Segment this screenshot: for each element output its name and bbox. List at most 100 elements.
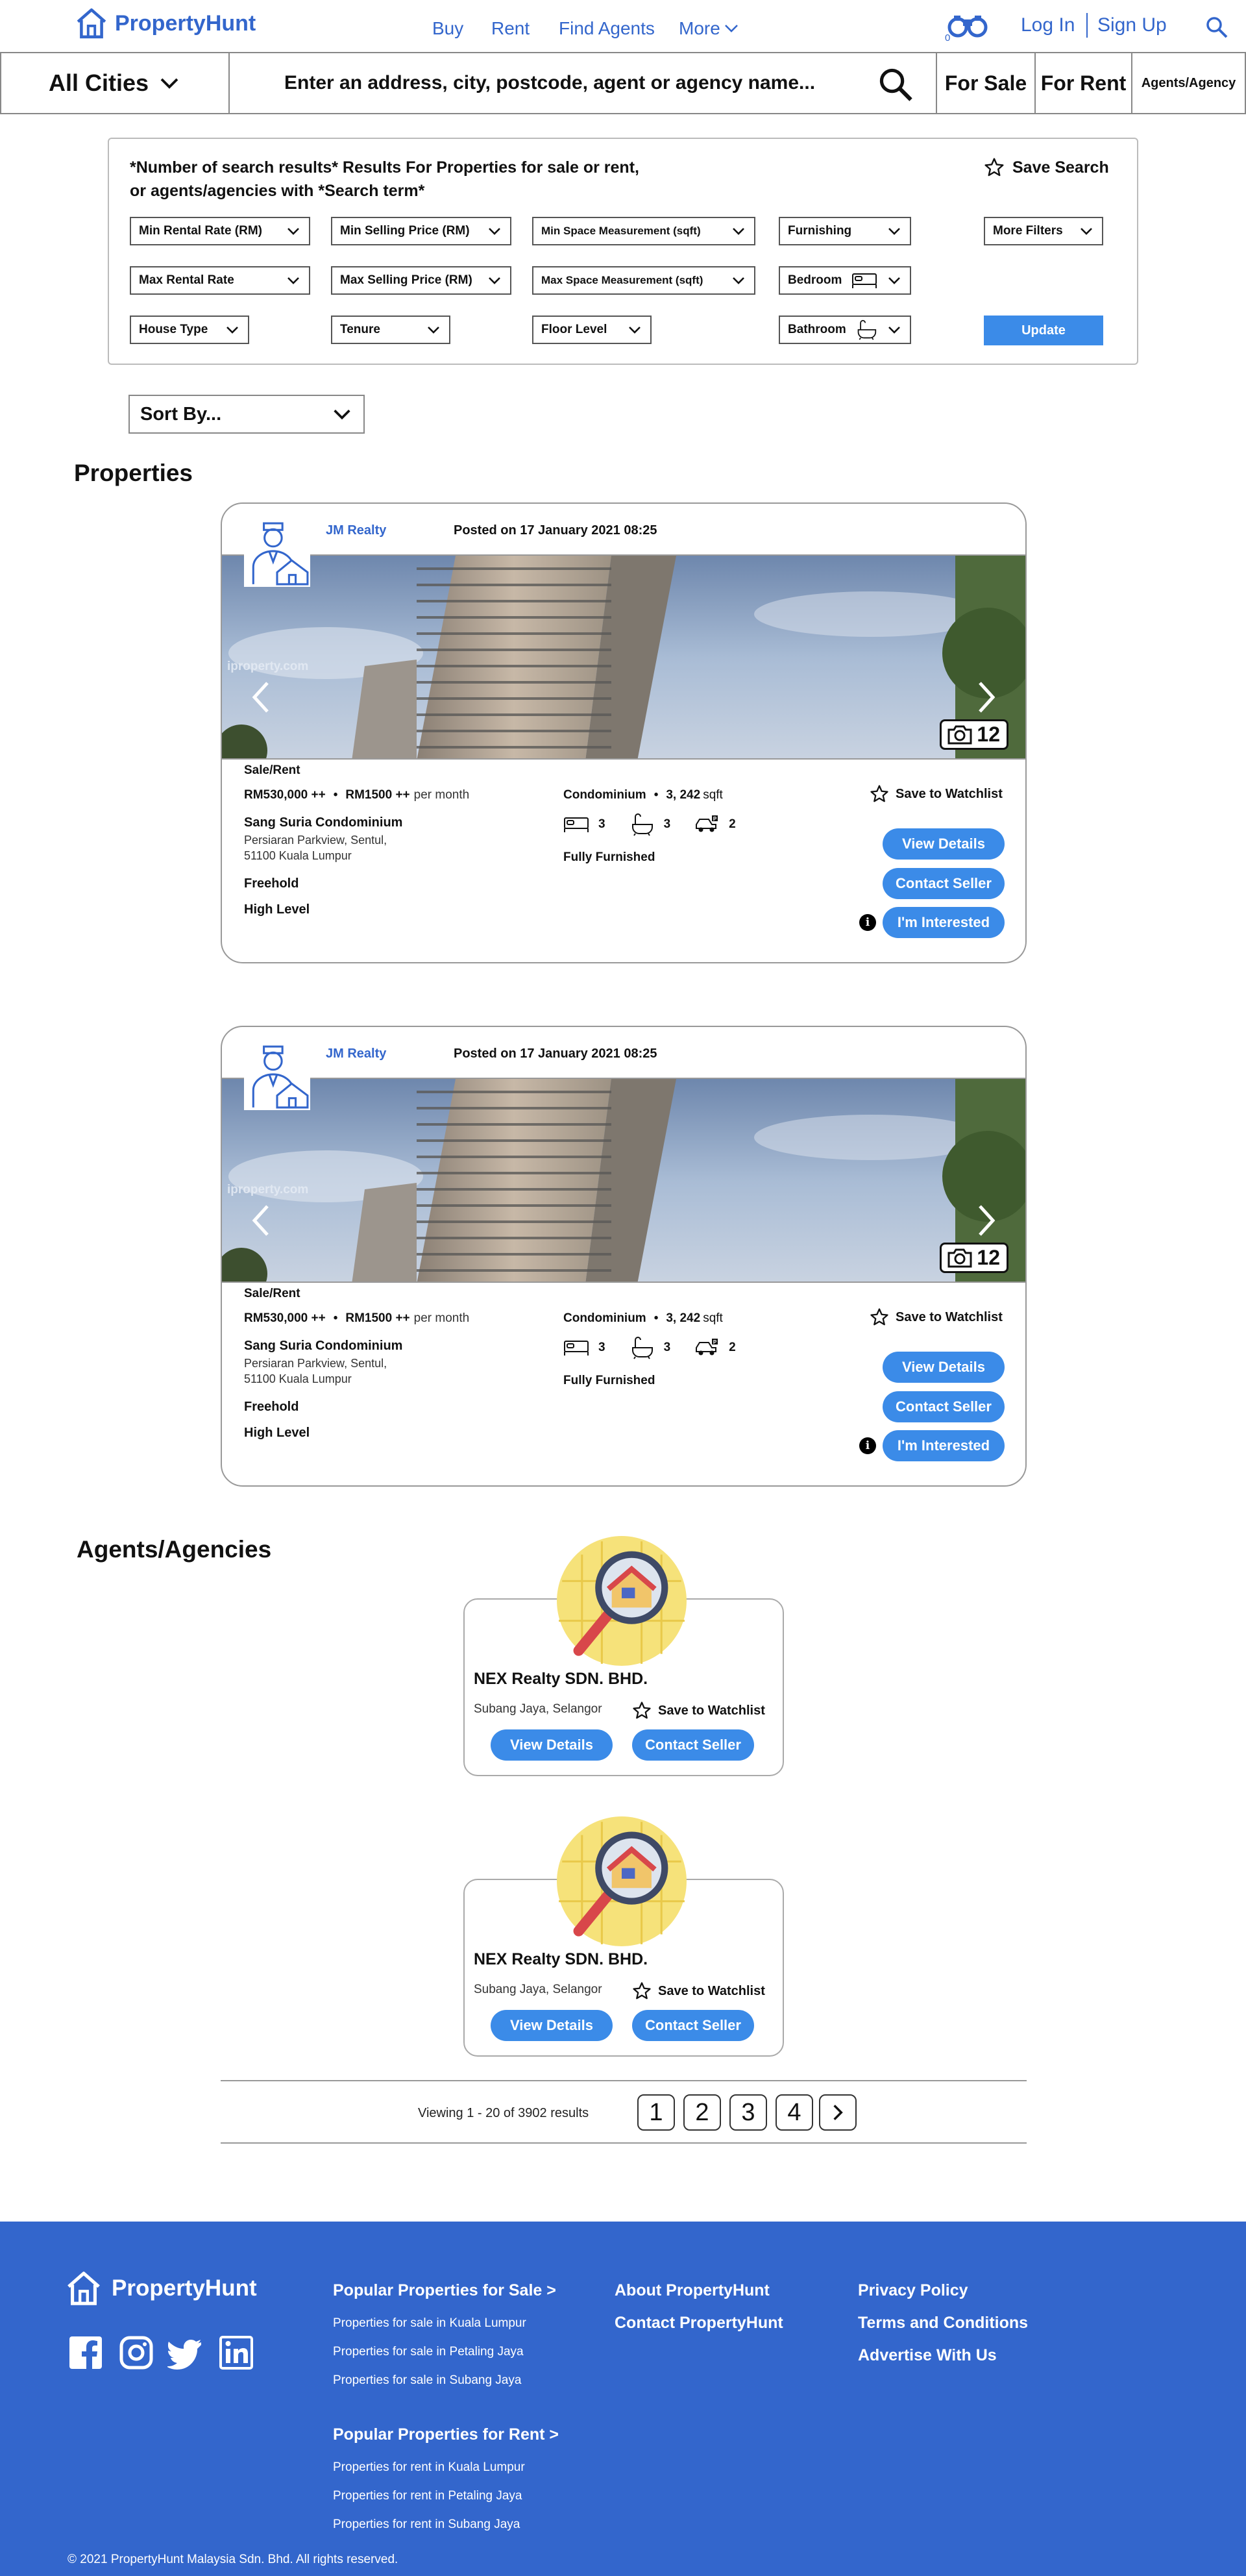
search-input[interactable]: Enter an address, city, postcode, agent …	[230, 53, 937, 113]
footer-rent-link[interactable]: Properties for rent in Subang Jaya	[333, 2518, 520, 2532]
nav-more[interactable]: More	[679, 18, 740, 39]
footer-terms-link[interactable]: Terms and Conditions	[858, 2314, 1028, 2333]
property-name: Sang Suria Condominium	[244, 1339, 403, 1353]
page-3-button[interactable]: 3	[729, 2094, 767, 2131]
nav-find-agents[interactable]: Find Agents	[559, 18, 655, 39]
save-to-watchlist-button[interactable]: Save to Watchlist	[870, 784, 1003, 804]
contact-seller-button[interactable]: Contact Seller	[883, 868, 1005, 899]
min-selling-select[interactable]: Min Selling Price (RM)	[331, 217, 511, 245]
photo-watermark: iproperty.com	[227, 660, 309, 673]
compare-button[interactable]: 0	[945, 13, 997, 44]
interested-button[interactable]: I'm Interested	[883, 907, 1005, 938]
footer-rent-link[interactable]: Properties for rent in Petaling Jaya	[333, 2489, 522, 2503]
facebook-icon[interactable]	[67, 2334, 104, 2371]
tab-agents-agency[interactable]: Agents/Agency	[1132, 53, 1245, 113]
login-link[interactable]: Log In	[1021, 14, 1075, 36]
property-photo[interactable]: iproperty.com 12	[222, 1078, 1025, 1283]
update-button[interactable]: Update	[984, 316, 1103, 345]
footer-contact-link[interactable]: Contact PropertyHunt	[615, 2314, 783, 2333]
results-title-line1: *Number of search results* Results For P…	[130, 158, 639, 177]
agent-name-link[interactable]: JM Realty	[326, 1046, 386, 1061]
type-size-row: Condominium • 3, 242 sqft	[563, 1311, 723, 1326]
floor-level-select[interactable]: Floor Level	[532, 316, 652, 344]
nav-rent[interactable]: Rent	[491, 18, 530, 39]
save-to-watchlist-button[interactable]: Save to Watchlist	[632, 1701, 765, 1720]
nav-buy[interactable]: Buy	[432, 18, 463, 39]
chevron-down-icon	[331, 403, 353, 425]
view-details-button[interactable]: View Details	[491, 2010, 613, 2041]
property-photo[interactable]: iproperty.com 12	[222, 554, 1025, 760]
listing-type: Sale/Rent	[244, 1287, 300, 1300]
chevron-left-icon[interactable]	[248, 1201, 274, 1240]
instagram-icon[interactable]	[118, 2334, 154, 2371]
contact-seller-button[interactable]: Contact Seller	[632, 2010, 754, 2041]
sale-price: RM530,000 ++	[244, 1311, 326, 1325]
header-logo[interactable]: PropertyHunt	[75, 6, 256, 40]
property-category: Condominium	[563, 788, 646, 802]
next-page-button[interactable]	[819, 2094, 857, 2131]
page-2-button[interactable]: 2	[683, 2094, 721, 2131]
max-space-select[interactable]: Max Space Measurement (sqft)	[532, 266, 755, 295]
tab-for-sale[interactable]: For Sale	[937, 53, 1036, 113]
footer-advertise-link[interactable]: Advertise With Us	[858, 2346, 997, 2365]
twitter-icon[interactable]	[167, 2334, 204, 2371]
building-image	[222, 556, 1025, 760]
save-to-watchlist-button[interactable]: Save to Watchlist	[870, 1307, 1003, 1327]
house-type-select[interactable]: House Type	[130, 316, 249, 344]
footer-sale-link[interactable]: Properties for sale in Subang Jaya	[333, 2373, 521, 2388]
sale-price: RM530,000 ++	[244, 788, 326, 802]
bullet: •	[333, 788, 338, 802]
min-rental-select[interactable]: Min Rental Rate (RM)	[130, 217, 310, 245]
bed-icon	[563, 815, 589, 834]
chevron-down-icon	[886, 273, 902, 288]
bullet: •	[654, 788, 659, 802]
page-1-button[interactable]: 1	[637, 2094, 675, 2131]
sort-select[interactable]: Sort By...	[128, 395, 365, 434]
chevron-right-icon[interactable]	[973, 678, 999, 717]
info-icon[interactable]: i	[859, 914, 876, 931]
photo-count-badge[interactable]: 12	[940, 719, 1008, 750]
bathroom-select[interactable]: Bathroom	[779, 316, 911, 344]
footer-rent-link[interactable]: Properties for rent in Kuala Lumpur	[333, 2460, 525, 2475]
search-icon[interactable]	[877, 66, 915, 104]
chevron-right-icon[interactable]	[973, 1201, 999, 1240]
footer-privacy-link[interactable]: Privacy Policy	[858, 2281, 968, 2300]
interested-button[interactable]: I'm Interested	[883, 1430, 1005, 1461]
save-search-button[interactable]: Save Search	[984, 157, 1109, 178]
footer-sale-link[interactable]: Properties for sale in Petaling Jaya	[333, 2345, 524, 2359]
photo-count-badge[interactable]: 12	[940, 1243, 1008, 1273]
tab-for-rent[interactable]: For Rent	[1036, 53, 1132, 113]
city-select[interactable]: All Cities	[1, 53, 230, 113]
bedroom-select[interactable]: Bedroom	[779, 266, 911, 295]
view-details-button[interactable]: View Details	[883, 1352, 1005, 1383]
agent-name-link[interactable]: JM Realty	[326, 523, 386, 538]
furnishing-status: Fully Furnished	[563, 850, 655, 864]
footer-about-link[interactable]: About PropertyHunt	[615, 2281, 770, 2300]
search-icon[interactable]	[1205, 16, 1228, 39]
chevron-left-icon[interactable]	[248, 678, 274, 717]
furnishing-select[interactable]: Furnishing	[779, 217, 911, 245]
signup-link[interactable]: Sign Up	[1097, 14, 1167, 36]
per-month: per month	[413, 788, 470, 802]
linkedin-icon[interactable]	[218, 2334, 254, 2371]
property-card[interactable]: JM Realty Posted on 17 January 2021 08:2…	[221, 502, 1027, 963]
max-rental-select[interactable]: Max Rental Rate	[130, 266, 310, 295]
footer-sale-heading[interactable]: Popular Properties for Sale >	[333, 2281, 556, 2300]
more-filters-select[interactable]: More Filters	[984, 217, 1103, 245]
property-card[interactable]: JM Realty Posted on 17 January 2021 08:2…	[221, 1026, 1027, 1487]
contact-seller-button[interactable]: Contact Seller	[632, 1729, 754, 1761]
footer-sale-link[interactable]: Properties for sale in Kuala Lumpur	[333, 2316, 526, 2331]
chevron-down-icon	[627, 322, 642, 338]
tenure-select[interactable]: Tenure	[331, 316, 450, 344]
info-icon[interactable]: i	[859, 1437, 876, 1454]
select-label: House Type	[139, 323, 208, 336]
view-details-button[interactable]: View Details	[883, 828, 1005, 860]
footer-rent-heading[interactable]: Popular Properties for Rent >	[333, 2425, 559, 2444]
max-selling-select[interactable]: Max Selling Price (RM)	[331, 266, 511, 295]
min-space-select[interactable]: Min Space Measurement (sqft)	[532, 217, 755, 245]
view-details-button[interactable]: View Details	[491, 1729, 613, 1761]
footer-logo[interactable]: PropertyHunt	[65, 2270, 257, 2307]
save-to-watchlist-button[interactable]: Save to Watchlist	[632, 1981, 765, 2001]
contact-seller-button[interactable]: Contact Seller	[883, 1391, 1005, 1422]
page-4-button[interactable]: 4	[776, 2094, 813, 2131]
